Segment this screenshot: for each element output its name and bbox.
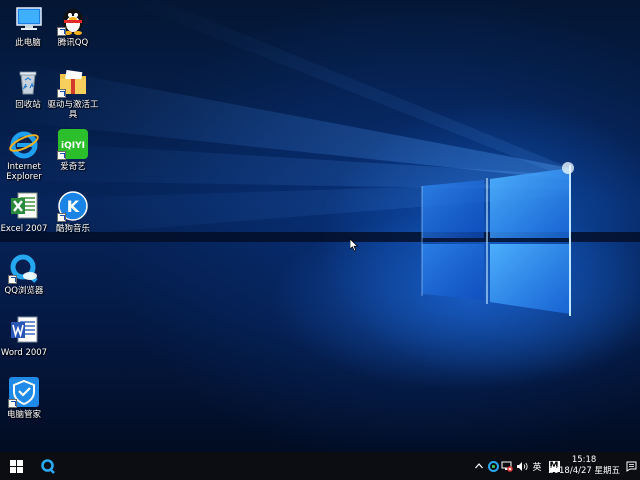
tray-volume-button[interactable] xyxy=(514,452,530,480)
word-icon xyxy=(8,314,40,346)
shortcut-arrow-icon xyxy=(57,27,66,36)
taskbar: 英 M 15:18 2018/4/27 星期五 xyxy=(0,452,640,480)
clock-time: 15:18 xyxy=(571,455,597,465)
desktop-icon-label: QQ浏览器 xyxy=(4,286,44,296)
action-center-button[interactable] xyxy=(622,452,640,480)
desktop-icon-iqiyi[interactable]: iQIYI 爱奇艺 xyxy=(45,128,101,172)
desktop-icon-label: 腾讯QQ xyxy=(57,38,89,48)
desktop-icon-label: 驱动与激活工 具 xyxy=(47,100,99,120)
kugou-icon: K xyxy=(57,190,89,222)
taskbar-clock[interactable]: 15:18 2018/4/27 星期五 xyxy=(548,455,620,477)
desktop-icon-label: Word 2007 xyxy=(0,348,48,358)
clock-date: 2018/4/27 星期五 xyxy=(548,466,620,476)
desktop: 此电脑 回收站 Internet Explorer Excel 2007 QQ浏… xyxy=(0,0,640,452)
desktop-icon-driver-tools[interactable]: 驱动与激活工 具 xyxy=(45,66,101,120)
shortcut-arrow-icon xyxy=(57,213,66,222)
speaker-volume-icon xyxy=(516,461,528,471)
excel-icon xyxy=(8,190,40,222)
iqiyi-logo-text: iQIYI xyxy=(61,141,85,151)
pc-manager-tray-icon xyxy=(487,460,499,472)
notification-icon xyxy=(626,461,636,472)
taskbar-qq-browser-button[interactable] xyxy=(34,452,62,480)
tray-network-button[interactable] xyxy=(500,452,514,480)
desktop-icon-kugou-music[interactable]: K 酷狗音乐 xyxy=(45,190,101,234)
shortcut-arrow-icon xyxy=(57,151,66,160)
desktop-icon-tencent-qq[interactable]: 腾讯QQ xyxy=(45,4,101,48)
ime-language-label: 英 xyxy=(532,462,542,473)
pc-manager-icon xyxy=(8,376,40,408)
windows-start-icon xyxy=(9,459,23,473)
qq-browser-icon xyxy=(8,252,40,284)
shortcut-arrow-icon xyxy=(8,399,17,408)
show-hidden-icons-button[interactable] xyxy=(472,452,486,480)
tools-folder-icon xyxy=(57,66,89,98)
desktop-icon-label: 电脑管家 xyxy=(6,410,41,420)
desktop-icon-word-2007[interactable]: Word 2007 xyxy=(0,314,52,358)
desktop-icon-label: 酷狗音乐 xyxy=(55,224,90,234)
mouse-cursor-icon xyxy=(350,239,359,252)
shortcut-arrow-icon xyxy=(8,275,17,284)
desktop-icon-pc-manager[interactable]: 电脑管家 xyxy=(0,376,52,420)
internet-explorer-icon xyxy=(8,128,40,160)
computer-icon xyxy=(12,4,44,36)
iqiyi-icon: iQIYI xyxy=(57,128,89,160)
desktop-icon-label: 爱奇艺 xyxy=(60,162,86,172)
shortcut-arrow-icon xyxy=(57,89,66,98)
tray-pc-manager-button[interactable] xyxy=(486,452,500,480)
chevron-up-icon xyxy=(475,463,483,469)
network-disconnected-icon xyxy=(501,461,513,472)
kugou-logo-text: K xyxy=(67,197,80,216)
desktop-icon-qq-browser[interactable]: QQ浏览器 xyxy=(0,252,52,296)
start-button[interactable] xyxy=(0,452,32,480)
ime-language-button[interactable]: 英 xyxy=(530,452,544,480)
recycle-bin-icon xyxy=(12,66,44,98)
qq-browser-taskbar-icon xyxy=(41,459,55,474)
qq-penguin-icon xyxy=(57,4,89,36)
